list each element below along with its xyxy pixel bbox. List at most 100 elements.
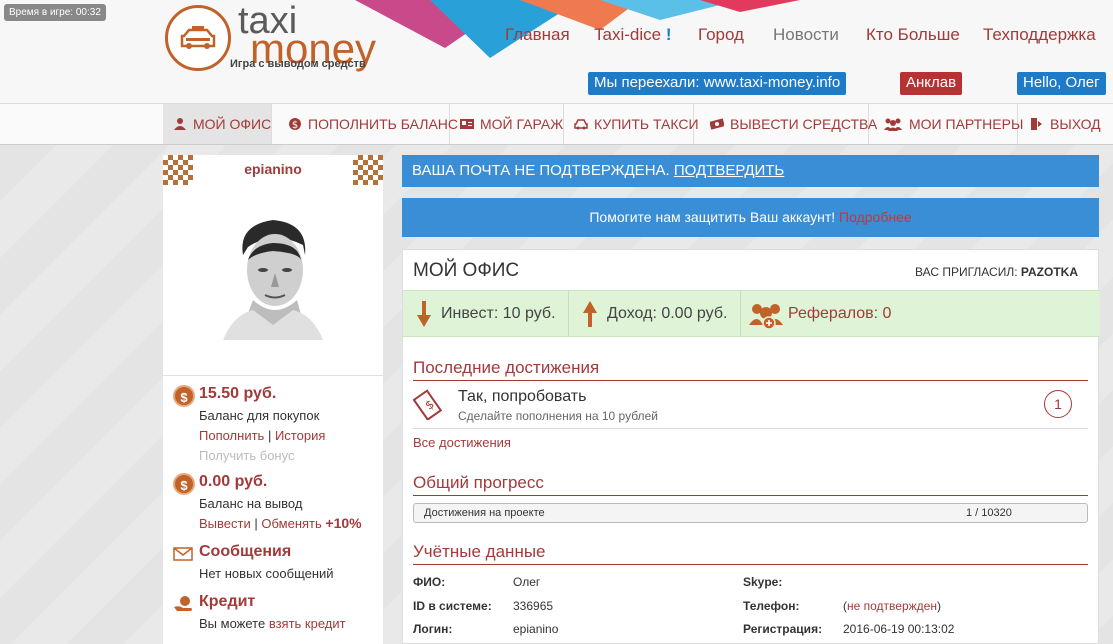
hello-user-badge[interactable]: Hello, Олег: [1017, 72, 1106, 95]
coin-icon: $: [173, 473, 195, 495]
menu-my-office[interactable]: Мой офис: [163, 104, 272, 144]
sidebar-username[interactable]: epianino: [163, 161, 383, 177]
stat-divider: [740, 291, 741, 336]
link-separator: |: [254, 516, 258, 531]
nav-city[interactable]: Город: [698, 25, 744, 45]
email-not-confirmed-alert: Ваша почта не подтверждена. Подтвердить: [402, 155, 1099, 187]
purchase-balance-amount: 15.50 руб.: [199, 385, 277, 402]
header: Время в игре: 00:32 taxi money Игра с вы…: [0, 0, 1113, 103]
menu-label: Пополнить баланс: [308, 116, 459, 132]
nav-taxi-dice-label: Taxi-dice: [594, 25, 662, 44]
referrals-icon: [749, 304, 783, 329]
menu-buy-taxi[interactable]: Купить такси: [564, 104, 699, 144]
messages-block: Сообщения Нет новых сообщений: [173, 543, 383, 583]
exchange-bonus: +10%: [325, 515, 362, 531]
phone-label: Телефон:: [743, 599, 800, 613]
all-achievements-link[interactable]: Все достижения: [413, 435, 511, 450]
nav-taxi-dice-mark: !: [665, 25, 672, 44]
credit-text: Вы можете взять кредит: [199, 616, 346, 631]
user-sidebar: epianino $ 15.50 руб. Баланс для покупок…: [163, 155, 383, 644]
confirm-email-link[interactable]: Подтвердить: [674, 162, 784, 179]
exchange-link[interactable]: Обменять: [261, 516, 321, 531]
nav-who-more[interactable]: Кто Больше: [866, 25, 960, 45]
purchase-balance-block: $ 15.50 руб. Баланс для покупок Пополнит…: [173, 385, 383, 465]
messages-text: Нет новых сообщений: [199, 566, 334, 581]
menu-label: Мои партнеры: [909, 116, 1024, 132]
credit-title[interactable]: Кредит: [199, 593, 255, 611]
enclave-badge[interactable]: Анклав: [900, 72, 963, 95]
registration-value: 2016-06-19 00:13:02: [843, 622, 955, 636]
menu-withdraw[interactable]: Вывести средства: [700, 104, 877, 144]
nav-news[interactable]: Новости: [773, 25, 839, 45]
id-card-icon: [460, 118, 474, 129]
withdraw-balance-links: Вывести | Обменять +10%: [199, 515, 362, 531]
main-menu: Мой офис $ Пополнить баланс Мой гараж Куп…: [0, 103, 1113, 145]
menu-partners[interactable]: Мои партнеры: [873, 104, 1023, 144]
menu-label: Выход: [1050, 116, 1101, 132]
referrals-label: Рефералов:: [788, 305, 879, 322]
menu-garage[interactable]: Мой гараж: [450, 104, 564, 144]
withdraw-balance-label: Баланс на вывод: [199, 496, 303, 511]
messages-title[interactable]: Сообщения: [199, 543, 291, 561]
id-label: ID в системе:: [413, 599, 492, 613]
protect-account-alert: Помогите нам защитить Ваш аккаунт! Подро…: [402, 198, 1099, 237]
referrals-stat: Рефералов: 0: [788, 291, 891, 336]
arrow-down-icon: [417, 301, 431, 327]
logo-taxi-icon[interactable]: [165, 5, 231, 71]
achievement-title: Так, попробовать: [458, 388, 587, 405]
progress-label: Достижения на проекте: [424, 507, 545, 519]
menu-label: Купить такси: [594, 116, 699, 132]
login-value: epianino: [513, 622, 559, 636]
phone-not-confirmed-link[interactable]: не подтвержден: [847, 599, 937, 613]
registration-label: Регистрация:: [743, 622, 823, 636]
menu-exit[interactable]: Выход: [1020, 104, 1113, 144]
car-icon: [574, 119, 588, 130]
withdraw-link[interactable]: Вывести: [199, 516, 251, 531]
menu-topup[interactable]: $ Пополнить баланс: [278, 104, 458, 144]
login-label: Логин:: [413, 622, 453, 636]
nav-taxi-dice[interactable]: Taxi-dice !: [594, 25, 672, 45]
invest-stat: Инвест: 10 руб.: [441, 305, 556, 322]
section-divider: [413, 564, 1088, 565]
history-link[interactable]: История: [275, 428, 325, 443]
header-decoration: [700, 0, 800, 12]
logo-subtitle: Игра с выводом средств: [230, 58, 366, 70]
coin-icon: $: [173, 385, 195, 407]
protect-alert-text: Помогите нам защитить Ваш аккаунт!: [589, 209, 836, 225]
achievement-money-icon: $: [413, 389, 443, 420]
exit-icon: [1031, 117, 1042, 130]
fio-label: ФИО:: [413, 575, 446, 589]
get-bonus-link[interactable]: Получить бонус: [199, 448, 294, 463]
phone-paren: ): [936, 599, 941, 613]
credit-hand-icon: [174, 596, 192, 611]
nav-home[interactable]: Главная: [505, 25, 570, 45]
take-credit-link[interactable]: взять кредит: [269, 616, 346, 631]
invited-by: Вас пригласил: PAZOTKA: [915, 265, 1078, 279]
achievement-description: Сделайте пополнения на 10 рублей: [458, 409, 658, 423]
account-title: Учётные данные: [413, 542, 546, 561]
more-details-link[interactable]: Подробнее: [839, 209, 912, 225]
office-panel: Мой офис Вас пригласил: PAZOTKA Инвест: …: [402, 249, 1100, 644]
achievement-count-badge: 1: [1044, 390, 1072, 418]
credit-block: Кредит Вы можете взять кредит: [173, 593, 383, 633]
sidebar-divider: [163, 375, 383, 376]
moved-notice[interactable]: Мы переехали: www.taxi-money.info: [588, 72, 847, 95]
invited-by-user[interactable]: PAZOTKA: [1021, 265, 1078, 279]
game-timer: Время в игре: 00:32: [4, 4, 106, 21]
avatar[interactable]: [213, 215, 333, 340]
envelope-icon: [173, 547, 193, 561]
topup-link[interactable]: Пополнить: [199, 428, 264, 443]
withdraw-balance-amount: 0.00 руб.: [199, 473, 268, 490]
purchase-balance-links: Пополнить | История: [199, 428, 325, 443]
stat-divider: [568, 291, 569, 336]
email-alert-text: Ваша почта не подтверждена.: [412, 162, 670, 179]
purchase-balance-label: Баланс для покупок: [199, 408, 320, 423]
svg-text:$: $: [422, 397, 436, 413]
progress-value: 1 / 10320: [966, 507, 1012, 519]
nav-support[interactable]: Техподдержка: [983, 25, 1096, 45]
office-title: Мой офис: [413, 260, 520, 281]
section-divider: [413, 380, 1088, 381]
svg-text:$: $: [292, 120, 298, 131]
section-divider: [413, 495, 1088, 496]
credit-text-label: Вы можете: [199, 616, 266, 631]
